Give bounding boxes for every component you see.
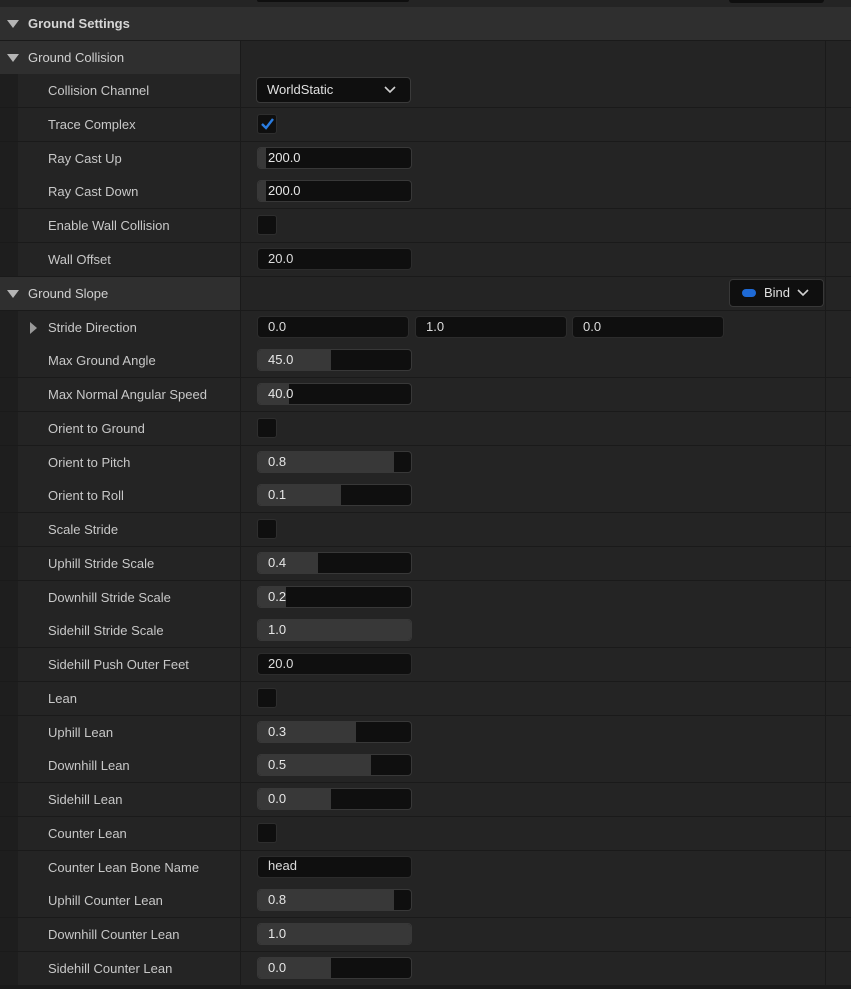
property-label: Wall Offset xyxy=(48,252,111,267)
scale-stride-checkbox[interactable] xyxy=(257,519,277,539)
property-row-downhill-lean: Downhill Lean 0.5 xyxy=(0,749,851,783)
sidehill-stride-scale-slider[interactable]: 1.0 xyxy=(257,619,412,641)
property-row-sidehill-stride-scale: Sidehill Stride Scale 1.0 xyxy=(0,614,851,648)
chevron-down-icon xyxy=(384,86,396,94)
sidehill-lean-slider[interactable]: 0.0 xyxy=(257,788,412,810)
max-ground-angle-slider[interactable]: 45.0 xyxy=(257,349,412,371)
bind-icon xyxy=(742,289,756,297)
property-label: Sidehill Push Outer Feet xyxy=(48,657,189,672)
trace-complex-checkbox[interactable] xyxy=(257,114,277,134)
collapse-arrow-icon[interactable] xyxy=(7,290,19,298)
category-title: Ground Settings xyxy=(28,16,130,31)
property-row-max-ground-angle: Max Ground Angle 45.0 xyxy=(0,344,851,378)
property-row-uphill-stride-scale: Uphill Stride Scale 0.4 xyxy=(0,547,851,581)
collision-channel-dropdown[interactable]: WorldStatic xyxy=(256,77,411,103)
property-row-uphill-counter-lean: Uphill Counter Lean 0.8 xyxy=(0,884,851,918)
uphill-lean-slider[interactable]: 0.3 xyxy=(257,721,412,743)
max-normal-angular-speed-slider[interactable]: 40.0 xyxy=(257,383,412,405)
property-label: Uphill Counter Lean xyxy=(48,893,163,908)
property-label: Orient to Pitch xyxy=(48,455,131,470)
property-row-collision-channel: Collision Channel WorldStatic xyxy=(0,74,851,108)
property-row-scale-stride: Scale Stride xyxy=(0,513,851,547)
group-title: Ground Collision xyxy=(28,50,125,65)
expand-arrow-icon[interactable] xyxy=(30,322,37,334)
chevron-down-icon xyxy=(797,289,809,297)
category-ground-settings[interactable]: Ground Settings xyxy=(0,7,851,41)
uphill-stride-scale-slider[interactable]: 0.4 xyxy=(257,552,412,574)
property-label: Max Normal Angular Speed xyxy=(48,387,207,402)
stride-direction-y-field[interactable]: 1.0 xyxy=(415,316,567,338)
counter-lean-bone-name-field[interactable]: head xyxy=(257,856,412,878)
previous-button-edge xyxy=(729,0,824,3)
lean-checkbox[interactable] xyxy=(257,688,277,708)
property-row-orient-to-roll: Orient to Roll 0.1 xyxy=(0,479,851,513)
sidehill-push-outer-feet-field[interactable]: 20.0 xyxy=(257,653,412,675)
orient-to-roll-slider[interactable]: 0.1 xyxy=(257,484,412,506)
property-row-orient-to-ground: Orient to Ground xyxy=(0,412,851,446)
property-label: Enable Wall Collision xyxy=(48,218,170,233)
collapse-arrow-icon[interactable] xyxy=(7,20,19,28)
property-row-ray-cast-up: Ray Cast Up 200.0 xyxy=(0,142,851,176)
property-label: Sidehill Stride Scale xyxy=(48,623,164,638)
ray-cast-up-slider[interactable]: 200.0 xyxy=(257,147,412,169)
property-row-enable-wall-collision: Enable Wall Collision xyxy=(0,209,851,243)
ray-cast-down-slider[interactable]: 200.0 xyxy=(257,180,412,202)
property-label: Orient to Roll xyxy=(48,488,124,503)
property-label: Sidehill Lean xyxy=(48,792,123,807)
property-label: Ray Cast Down xyxy=(48,184,139,199)
counter-lean-checkbox[interactable] xyxy=(257,823,277,843)
enable-wall-collision-checkbox[interactable] xyxy=(257,215,277,235)
property-row-trace-complex: Trace Complex xyxy=(0,108,851,142)
property-label: Collision Channel xyxy=(48,83,150,98)
property-row-counter-lean: Counter Lean xyxy=(0,817,851,851)
group-ground-slope[interactable]: Ground Slope Bind xyxy=(0,277,851,311)
orient-to-ground-checkbox[interactable] xyxy=(257,418,277,438)
property-label: Counter Lean xyxy=(48,826,127,841)
property-label: Stride Direction xyxy=(48,320,137,335)
property-label: Downhill Lean xyxy=(48,758,130,773)
property-row-ray-cast-down: Ray Cast Down 200.0 xyxy=(0,175,851,209)
stride-direction-z-field[interactable]: 0.0 xyxy=(572,316,724,338)
property-label: Counter Lean Bone Name xyxy=(48,860,200,875)
property-label: Ray Cast Up xyxy=(48,151,122,166)
property-label: Uphill Lean xyxy=(48,725,114,740)
previous-field-edge xyxy=(257,0,409,2)
property-row-downhill-counter-lean: Downhill Counter Lean 1.0 xyxy=(0,918,851,952)
property-row-stride-direction: Stride Direction 0.0 1.0 0.0 xyxy=(0,311,851,345)
property-label: Scale Stride xyxy=(48,522,119,537)
stride-direction-x-field[interactable]: 0.0 xyxy=(257,316,409,338)
property-label: Max Ground Angle xyxy=(48,353,156,368)
property-label: Lean xyxy=(48,691,77,706)
collapse-arrow-icon[interactable] xyxy=(7,54,19,62)
property-row-sidehill-push-outer-feet: Sidehill Push Outer Feet 20.0 xyxy=(0,648,851,682)
uphill-counter-lean-slider[interactable]: 0.8 xyxy=(257,889,412,911)
group-ground-collision[interactable]: Ground Collision xyxy=(0,41,851,75)
property-label: Trace Complex xyxy=(48,117,136,132)
property-row-lean: Lean xyxy=(0,682,851,716)
property-row-counter-lean-bone-name: Counter Lean Bone Name head xyxy=(0,851,851,885)
wall-offset-field[interactable]: 20.0 xyxy=(257,248,412,270)
property-label: Downhill Stride Scale xyxy=(48,590,171,605)
property-row-sidehill-counter-lean: Sidehill Counter Lean 0.0 xyxy=(0,952,851,986)
property-label: Downhill Counter Lean xyxy=(48,927,180,942)
property-row-max-normal-angular-speed: Max Normal Angular Speed 40.0 xyxy=(0,378,851,412)
bind-button[interactable]: Bind xyxy=(729,279,824,307)
property-row-downhill-stride-scale: Downhill Stride Scale 0.2 xyxy=(0,581,851,615)
sidehill-counter-lean-slider[interactable]: 0.0 xyxy=(257,957,412,979)
group-title: Ground Slope xyxy=(28,286,109,301)
property-row-sidehill-lean: Sidehill Lean 0.0 xyxy=(0,783,851,817)
property-label: Uphill Stride Scale xyxy=(48,556,155,571)
property-row-uphill-lean: Uphill Lean 0.3 xyxy=(0,716,851,750)
property-label: Orient to Ground xyxy=(48,421,145,436)
orient-to-pitch-slider[interactable]: 0.8 xyxy=(257,451,412,473)
property-row-orient-to-pitch: Orient to Pitch 0.8 xyxy=(0,446,851,480)
property-row-wall-offset: Wall Offset 20.0 xyxy=(0,243,851,277)
downhill-stride-scale-slider[interactable]: 0.2 xyxy=(257,586,412,608)
downhill-counter-lean-slider[interactable]: 1.0 xyxy=(257,923,412,945)
checkmark-icon xyxy=(261,118,274,130)
property-label: Sidehill Counter Lean xyxy=(48,961,173,976)
downhill-lean-slider[interactable]: 0.5 xyxy=(257,754,412,776)
